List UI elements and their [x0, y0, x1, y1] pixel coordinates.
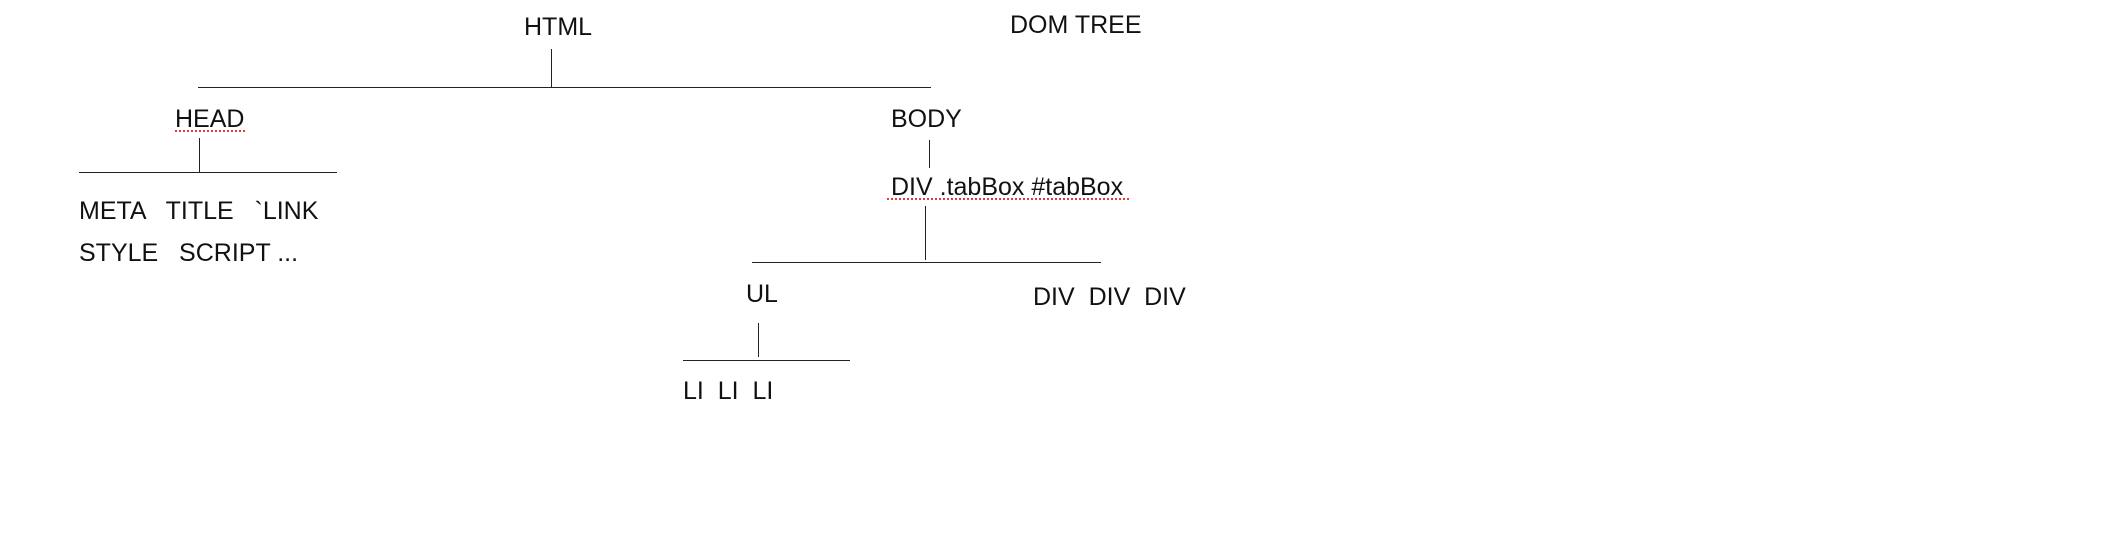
node-html: HTML	[524, 13, 593, 41]
ul-children-li: LI LI LI	[683, 377, 774, 405]
head-children-row-1: META TITLE `LINK	[79, 197, 319, 225]
spellcheck-underline-div	[887, 196, 1129, 200]
connector-head-children	[79, 172, 337, 173]
node-ul: UL	[746, 280, 778, 308]
head-children-row-2: STYLE SCRIPT ...	[79, 239, 299, 267]
dom-tree-diagram: DOM TREE HTML HEAD META TITLE `LINK STYL…	[0, 0, 2104, 560]
connector-div-children	[752, 262, 1101, 263]
connector-div-down	[925, 206, 926, 260]
connector-ul-children	[683, 360, 850, 361]
connector-head-down	[199, 138, 200, 172]
node-body: BODY	[891, 105, 962, 133]
connector-html-children	[198, 87, 931, 88]
div-siblings: DIV DIV DIV	[1033, 283, 1186, 311]
spellcheck-underline-head	[175, 128, 245, 132]
connector-html-down	[551, 49, 552, 87]
connector-ul-down	[758, 323, 759, 357]
diagram-title: DOM TREE	[1010, 11, 1142, 39]
connector-body-down	[929, 140, 930, 168]
